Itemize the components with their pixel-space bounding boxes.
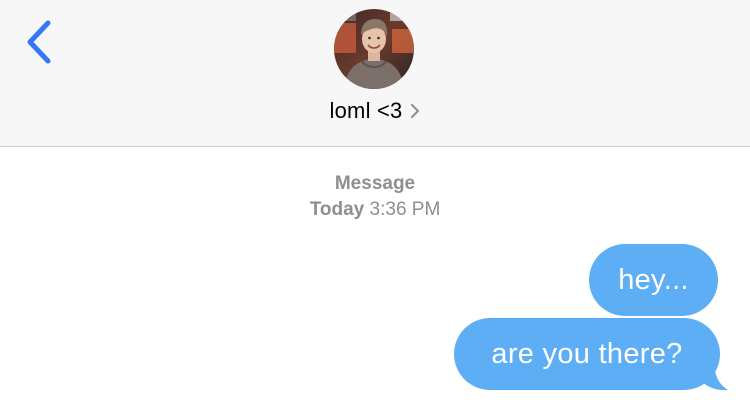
avatar-photo [334,9,414,89]
message-bubble[interactable]: hey... [589,244,718,316]
service-label: Message [334,173,416,194]
chevron-right-icon [411,104,420,118]
timestamp-day: Today [309,199,365,220]
contact-name: loml <3 [329,98,403,123]
contact-name-button[interactable]: loml <3 [0,96,750,126]
conversation-header: loml <3 [0,0,750,147]
timestamp: Today 3:36 PM [0,196,750,224]
message-bubble[interactable]: are you there? [454,318,720,390]
messages-screen: loml <3 Message Today 3:36 PM hey... are… [0,0,750,400]
thread-meta: Message Today 3:36 PM [0,172,750,224]
timestamp-time: 3:36 PM [369,199,441,220]
bubble-tail [700,360,728,391]
contact-avatar[interactable] [334,9,414,89]
contact-info: loml <3 [0,0,750,146]
